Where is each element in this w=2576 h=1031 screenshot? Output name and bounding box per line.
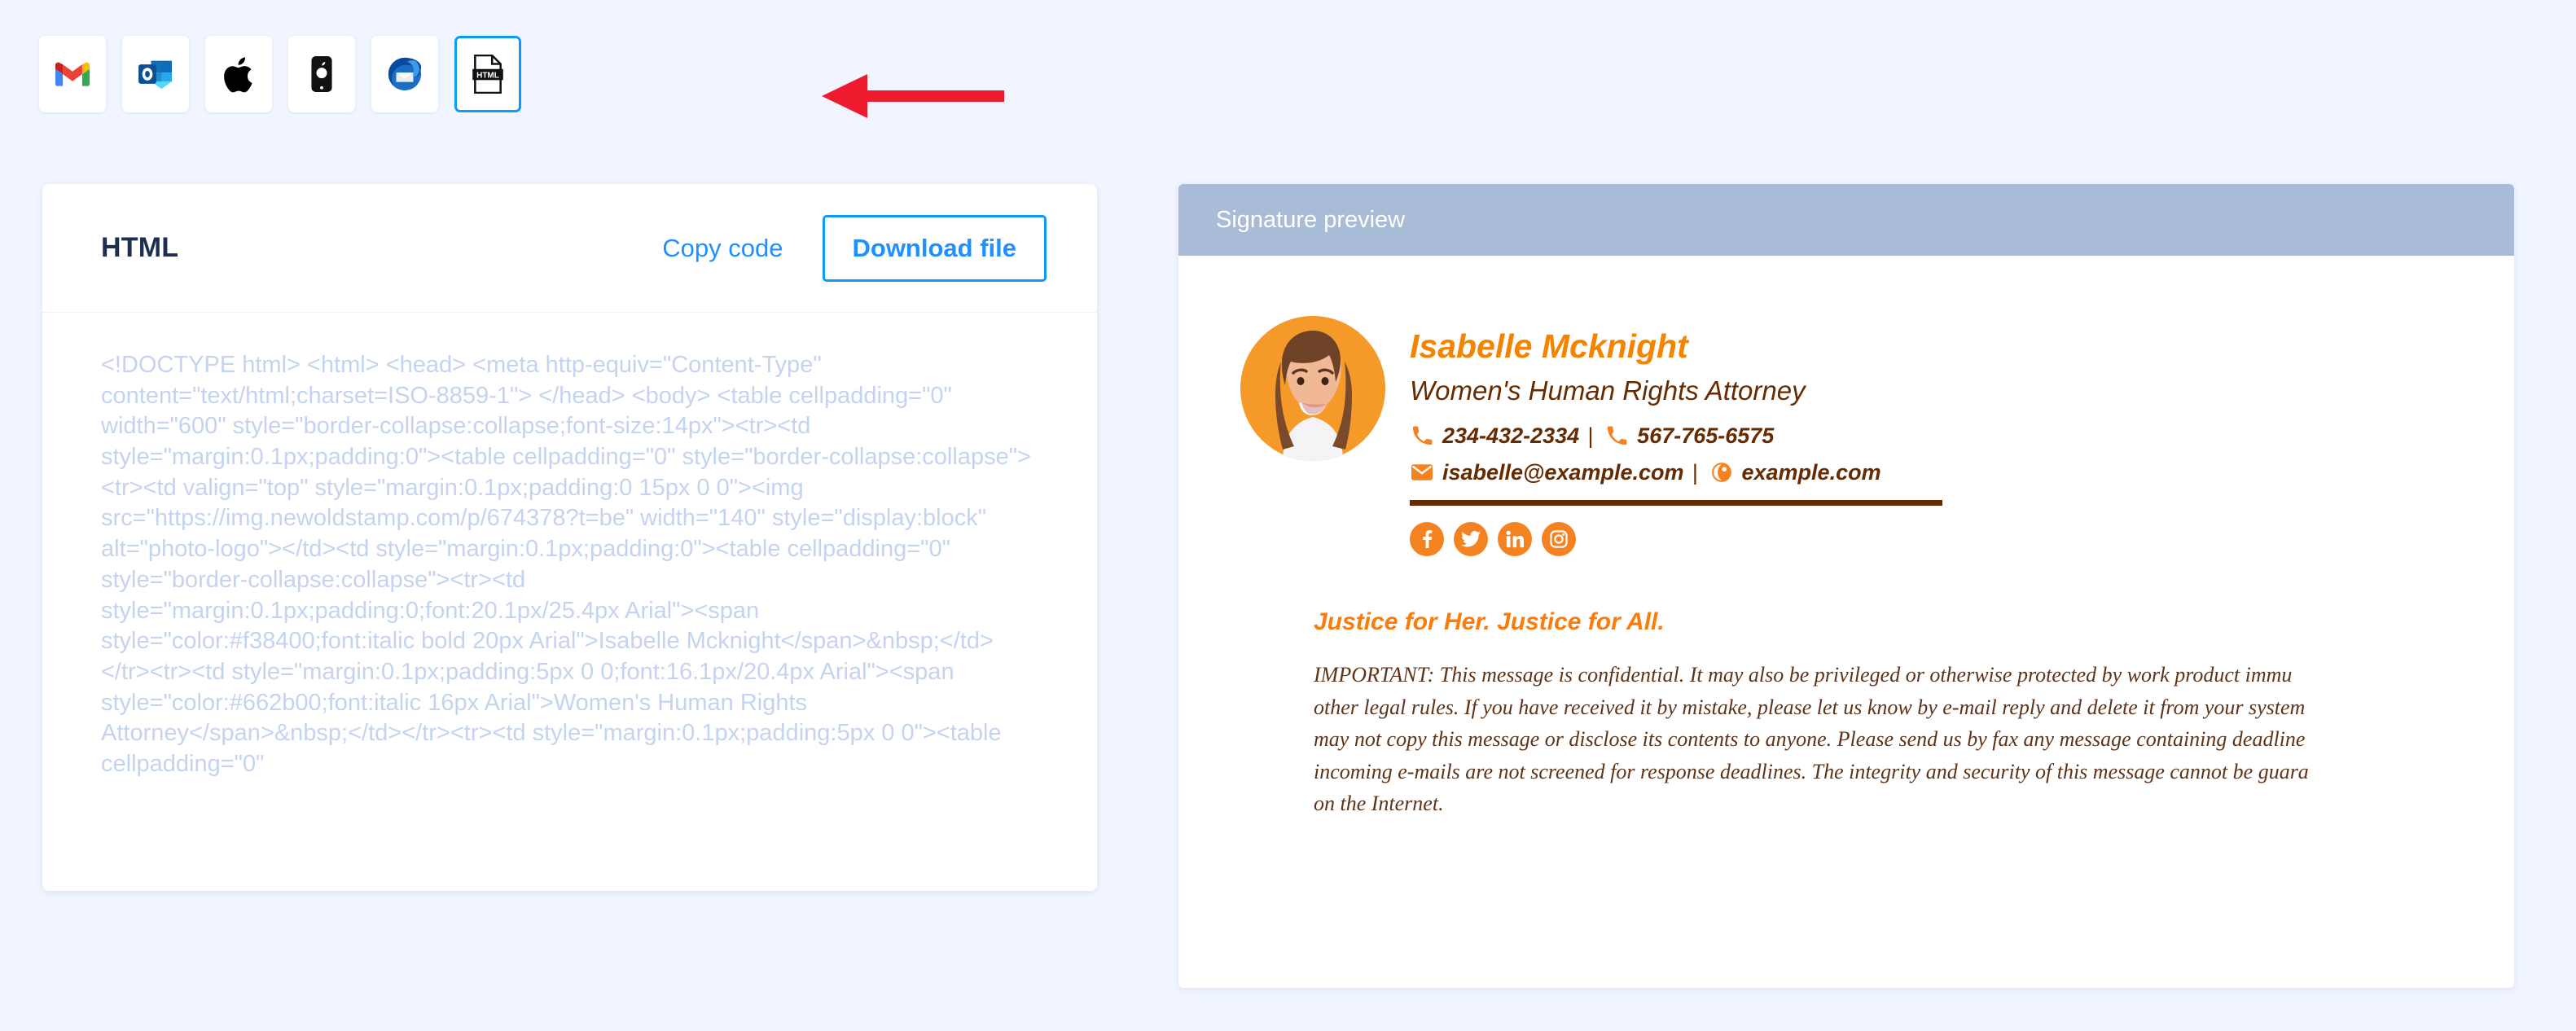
envelope-icon (1410, 462, 1434, 483)
preview-header-label: Signature preview (1216, 206, 1406, 233)
signature-job-title: Women's Human Rights Attorney (1410, 375, 1806, 406)
signature-phone-row: 234-432-2334 | 567-765-6575 (1410, 419, 1942, 453)
iphone-icon (310, 55, 333, 93)
disclaimer-line: may not copy this message or disclose it… (1314, 727, 2306, 752)
email-separator: | (1692, 459, 1698, 485)
client-tile-apple-mail[interactable] (205, 36, 272, 112)
thunderbird-icon (386, 56, 423, 92)
code-card-header: HTML Copy code Download file (42, 184, 1097, 313)
client-tile-thunderbird[interactable] (371, 36, 438, 112)
svg-text:HTML: HTML (476, 72, 499, 81)
apple-icon (223, 55, 254, 93)
signature-email-row: isabelle@example.com | example.com (1410, 456, 1942, 489)
phone-separator: | (1587, 423, 1594, 449)
signature-email[interactable]: isabelle@example.com (1442, 456, 1683, 489)
html-file-icon: HTML (472, 55, 504, 94)
outlook-icon (138, 58, 173, 90)
linkedin-icon[interactable] (1498, 522, 1532, 557)
preview-header: Signature preview (1178, 184, 2514, 256)
client-tile-gmail[interactable] (39, 36, 106, 112)
signature-website[interactable]: example.com (1742, 456, 1881, 489)
code-preview-area[interactable]: <!DOCTYPE html> <html> <head> <meta http… (42, 313, 1097, 891)
page-title: HTML (101, 232, 179, 263)
disclaimer-line: incoming e-mails are not screened for re… (1314, 759, 2309, 783)
twitter-icon[interactable] (1454, 522, 1488, 557)
signature-disclaimer: IMPORTANT: This message is confidential.… (1314, 659, 2514, 820)
disclaimer-line: on the Internet. (1314, 792, 1444, 816)
disclaimer-line: other legal rules. If you have received … (1314, 695, 2306, 719)
client-tile-html[interactable]: HTML (454, 36, 521, 112)
email-client-selector[interactable]: HTML (39, 36, 521, 112)
social-links[interactable] (1410, 522, 1942, 557)
html-code-text: <!DOCTYPE html> <html> <head> <meta http… (101, 352, 1031, 777)
copy-code-button[interactable]: Copy code (662, 234, 783, 263)
globe-icon (1709, 462, 1734, 483)
download-file-button[interactable]: Download file (822, 214, 1047, 282)
instagram-icon[interactable] (1542, 522, 1576, 557)
signature-divider (1410, 500, 1942, 507)
signature-tagline: Justice for Her. Justice for All. (1314, 608, 1665, 636)
signature-phone-primary: 234-432-2334 (1442, 423, 1580, 449)
client-tile-outlook[interactable] (122, 36, 189, 112)
avatar (1240, 316, 1385, 461)
signature-name: Isabelle Mcknight (1410, 327, 1688, 365)
signature-phone-secondary: 567-765-6575 (1637, 423, 1775, 449)
phone-icon (1604, 425, 1629, 446)
phone-icon (1410, 425, 1434, 446)
code-fade-overlay (42, 801, 1097, 891)
signature-body: Isabelle Mcknight Women's Human Rights A… (1178, 256, 2514, 820)
signature-preview-card: Signature preview Isabelle Mcknight Wome… (1178, 184, 2514, 988)
left-arrow-annotation (818, 72, 1006, 121)
disclaimer-line: IMPORTANT: This message is confidential.… (1314, 663, 2293, 687)
facebook-icon[interactable] (1410, 522, 1444, 557)
client-tile-ios-mail[interactable] (288, 36, 355, 112)
html-code-card: HTML Copy code Download file <!DOCTYPE h… (42, 184, 1097, 891)
gmail-icon (55, 60, 90, 88)
